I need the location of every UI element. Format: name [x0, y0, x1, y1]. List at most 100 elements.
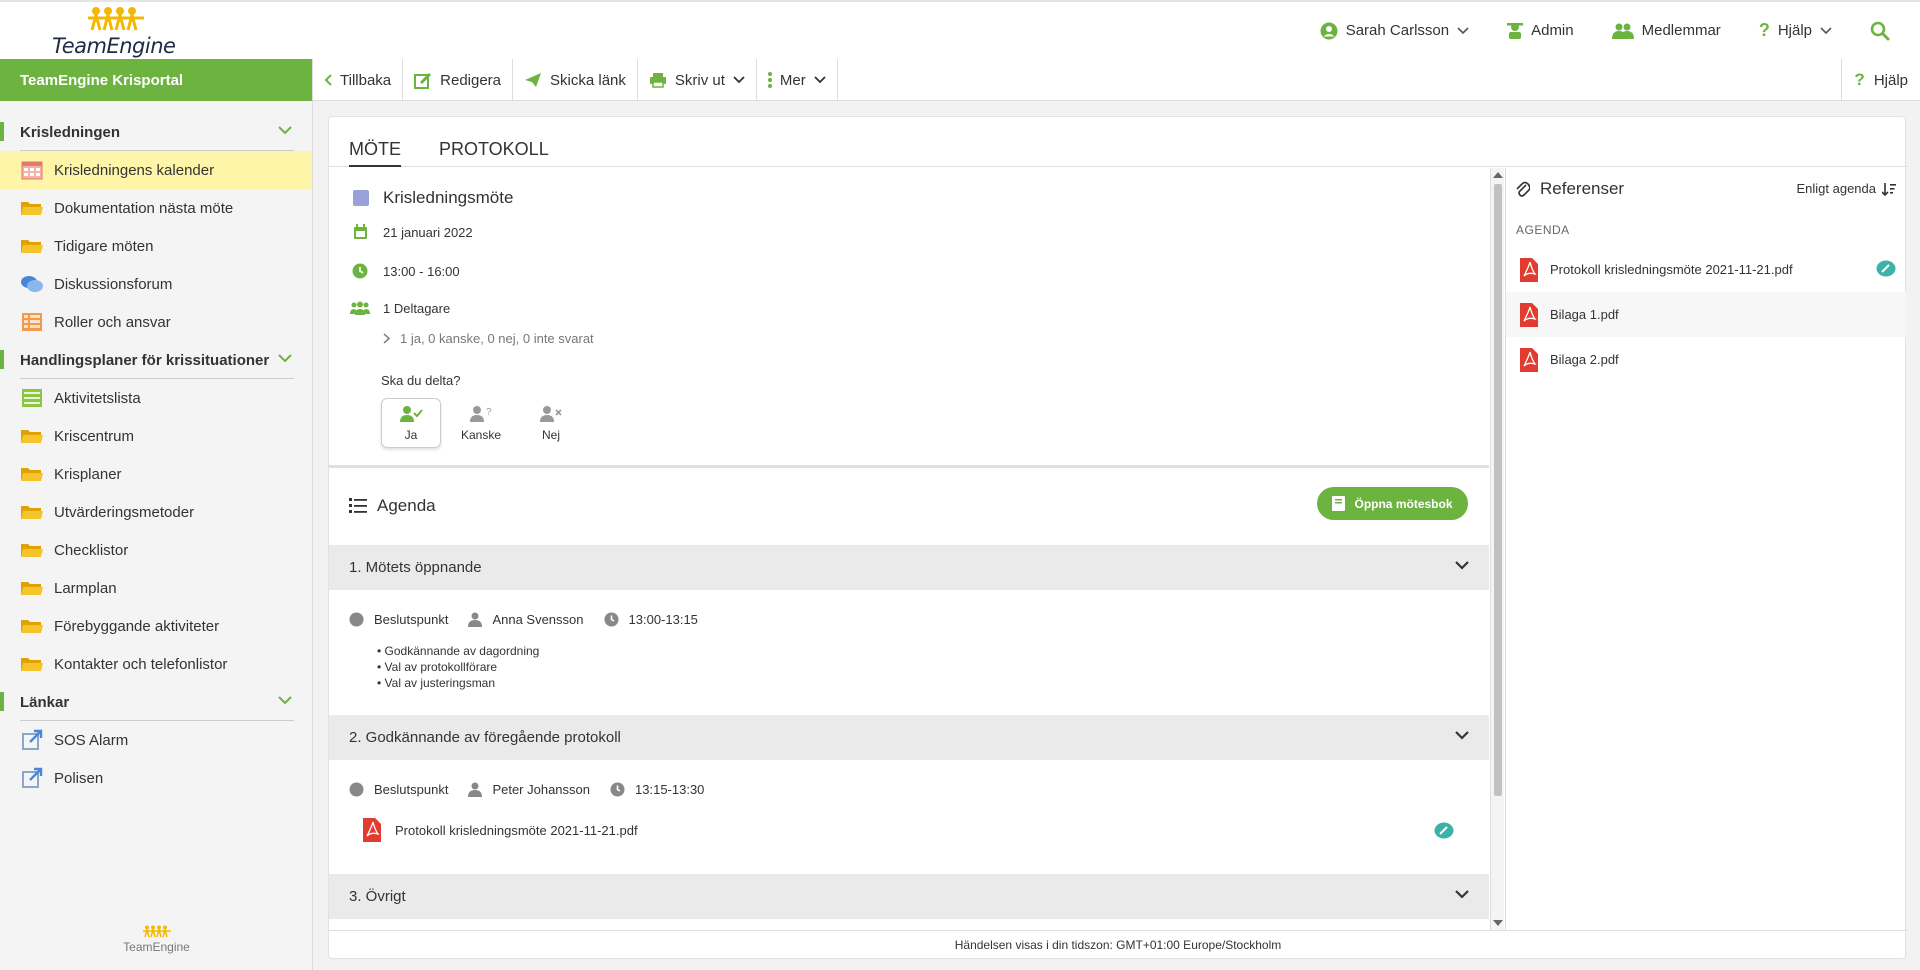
sidebar-item-polisen[interactable]: Polisen: [0, 759, 312, 797]
toolbar: Tillbaka Redigera Skicka länk Skriv ut M…: [313, 59, 1920, 101]
folder-icon: [20, 652, 44, 676]
sidebar-item-kontakter[interactable]: Kontakter och telefonlistor: [0, 645, 312, 683]
references-pane: Referenser Enligt agenda AGENDA Protokol…: [1505, 168, 1906, 930]
more-button[interactable]: Mer: [757, 59, 838, 101]
annotate-button[interactable]: [1434, 822, 1454, 840]
rsvp-yes-button[interactable]: Ja: [381, 398, 441, 448]
print-button[interactable]: Skriv ut: [638, 59, 757, 101]
tab-bar: MÖTE PROTOKOLL: [329, 117, 1907, 167]
agenda-item-2-meta: Beslutspunkt Peter Johansson 13:15-13:30: [349, 782, 724, 797]
clock-icon: [610, 782, 625, 797]
sidebar-item-forebyggande[interactable]: Förebyggande aktiviteter: [0, 607, 312, 645]
print-icon: [649, 73, 666, 88]
sidebar-item-label: Kriscentrum: [54, 427, 135, 445]
person-icon: [468, 782, 483, 797]
teamengine-logo[interactable]: TeamEngine: [48, 6, 188, 58]
sidebar: TeamEngine Krisportal Krisledningen Kris…: [0, 59, 313, 970]
reference-file-3[interactable]: Bilaga 2.pdf: [1506, 337, 1906, 382]
toolbar-help-button[interactable]: ? Hjälp: [1841, 59, 1920, 101]
open-book-label: Öppna mötesbok: [1354, 496, 1453, 511]
sidebar-item-krisledningens-kalender[interactable]: Krisledningens kalender: [0, 151, 312, 189]
agenda-item-2-attachment[interactable]: Protokoll krisledningsmöte 2021-11-21.pd…: [363, 818, 638, 842]
admin-link[interactable]: Admin: [1507, 22, 1574, 40]
reference-file-1[interactable]: Protokoll krisledningsmöte 2021-11-21.pd…: [1506, 247, 1906, 292]
send-link-label: Skicka länk: [550, 71, 626, 89]
chevron-down-icon: [1457, 26, 1469, 34]
person-icon: [468, 612, 483, 627]
agenda-item-2-header[interactable]: 2. Godkännande av föregående protokoll: [329, 715, 1489, 760]
references-sort-button[interactable]: Enligt agenda: [1796, 181, 1896, 196]
sidebar-item-sos-alarm[interactable]: SOS Alarm: [0, 721, 312, 759]
sidebar-item-kriscentrum[interactable]: Kriscentrum: [0, 417, 312, 455]
reference-file-2[interactable]: Bilaga 1.pdf: [1506, 292, 1906, 337]
folder-icon: [20, 614, 44, 638]
scroll-down-arrow[interactable]: [1493, 920, 1503, 926]
agenda-item-1-header[interactable]: 1. Mötets öppnande: [329, 545, 1489, 590]
send-link-button[interactable]: Skicka länk: [513, 59, 638, 101]
user-circle-icon: [1320, 22, 1338, 39]
scrollbar-thumb[interactable]: [1494, 184, 1502, 796]
tab-mote[interactable]: MÖTE: [349, 139, 401, 167]
note-line: • Val av protokollförare: [377, 660, 498, 674]
chevron-right-icon: [383, 333, 390, 344]
list-icon: [20, 386, 44, 410]
section-handlingsplaner[interactable]: Handlingsplaner för krissituationer: [0, 341, 312, 379]
portal-title[interactable]: TeamEngine Krisportal: [0, 59, 312, 101]
reference-filename: Bilaga 2.pdf: [1550, 352, 1619, 367]
rsvp-maybe-button[interactable]: ? Kanske: [451, 398, 511, 448]
agenda-item-title: 3. Övrigt: [349, 888, 406, 905]
user-menu[interactable]: Sarah Carlsson: [1320, 22, 1469, 40]
user-x-icon: [540, 405, 562, 422]
back-button[interactable]: Tillbaka: [313, 59, 404, 101]
scroll-up-arrow[interactable]: [1493, 172, 1503, 178]
agenda-item-3-header[interactable]: 3. Övrigt: [329, 874, 1489, 919]
reference-filename: Protokoll krisledningsmöte 2021-11-21.pd…: [1550, 262, 1793, 277]
members-label: Medlemmar: [1641, 22, 1721, 39]
table-icon: [20, 310, 44, 334]
agenda-item-1-notes: • Godkännande av dagordning • Val av pro…: [377, 643, 539, 691]
user-name: Sarah Carlsson: [1345, 22, 1450, 39]
sidebar-item-dokumentation[interactable]: Dokumentation nästa möte: [0, 189, 312, 227]
rsvp-no-button[interactable]: Nej: [521, 398, 581, 448]
section-lankar[interactable]: Länkar: [0, 683, 312, 721]
sidebar-item-aktivitetslista[interactable]: Aktivitetslista: [0, 379, 312, 417]
chevron-down-icon: [278, 354, 292, 363]
section-krisledningen[interactable]: Krisledningen: [0, 113, 312, 151]
participants-icon: [349, 301, 371, 316]
date-row: 21 januari 2022: [349, 224, 473, 240]
external-link-icon: [20, 766, 44, 790]
answers-summary[interactable]: 1 ja, 0 kanske, 0 nej, 0 inte svarat: [383, 331, 594, 346]
help-menu[interactable]: ? Hjälp: [1759, 20, 1832, 41]
pdf-file-icon: [363, 818, 381, 842]
time-row: 13:00 - 16:00: [349, 263, 460, 279]
sidebar-item-utvarderingsmetoder[interactable]: Utvärderingsmetoder: [0, 493, 312, 531]
back-label: Tillbaka: [340, 71, 392, 89]
agenda-header: Agenda: [349, 496, 436, 516]
sidebar-item-diskussionsforum[interactable]: Diskussionsforum: [0, 265, 312, 303]
pdf-file-icon: [1520, 257, 1538, 282]
search-button[interactable]: [1870, 21, 1890, 41]
admin-label: Admin: [1531, 22, 1574, 39]
meeting-time: 13:00 - 16:00: [383, 263, 460, 279]
edit-button[interactable]: Redigera: [403, 59, 514, 101]
sidebar-item-label: Utvärderingsmetoder: [54, 503, 195, 521]
sidebar-item-checklistor[interactable]: Checklistor: [0, 531, 312, 569]
rsvp-question: Ska du delta?: [381, 373, 461, 388]
members-link[interactable]: Medlemmar: [1611, 22, 1721, 39]
tab-protokoll[interactable]: PROTOKOLL: [439, 139, 549, 160]
open-meeting-book-button[interactable]: Öppna mötesbok: [1317, 487, 1468, 520]
sidebar-item-tidigare-moten[interactable]: Tidigare möten: [0, 227, 312, 265]
comment-edit-icon[interactable]: [1876, 260, 1896, 278]
chevron-down-icon: [1820, 26, 1832, 34]
paperclip-icon: [1516, 181, 1530, 197]
chevron-down-icon: [1455, 890, 1469, 899]
edit-icon: [414, 72, 432, 89]
chevron-down-icon: [1455, 731, 1469, 740]
agenda-item-type: Beslutspunkt: [374, 782, 449, 797]
decision-dot-icon: [349, 612, 364, 627]
sidebar-item-larmplan[interactable]: Larmplan: [0, 569, 312, 607]
vertical-scrollbar[interactable]: [1490, 168, 1504, 930]
sidebar-item-krisplaner[interactable]: Krisplaner: [0, 455, 312, 493]
sidebar-item-roller-och-ansvar[interactable]: Roller och ansvar: [0, 303, 312, 341]
question-icon: ?: [1854, 70, 1865, 89]
